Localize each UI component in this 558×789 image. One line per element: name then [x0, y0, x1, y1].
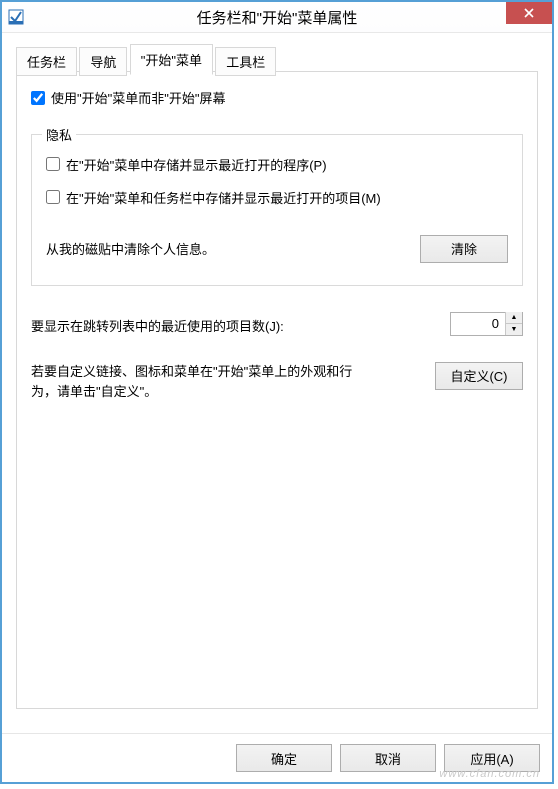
tab-toolbars[interactable]: 工具栏: [215, 47, 276, 76]
close-button[interactable]: [506, 2, 552, 24]
tab-navigation[interactable]: 导航: [79, 47, 127, 76]
close-icon: [524, 8, 534, 18]
clear-row: 从我的磁贴中清除个人信息。 清除: [46, 235, 508, 263]
jumplist-input[interactable]: [451, 314, 505, 334]
spinner-up[interactable]: ▲: [505, 312, 522, 324]
window-title: 任务栏和"开始"菜单属性: [2, 7, 552, 28]
titlebar: 任务栏和"开始"菜单属性: [2, 2, 552, 33]
store-programs-input[interactable]: [46, 157, 60, 171]
use-start-menu-input[interactable]: [31, 91, 45, 105]
store-programs-checkbox[interactable]: 在"开始"菜单中存储并显示最近打开的程序(P): [46, 155, 508, 174]
use-start-menu-checkbox[interactable]: 使用"开始"菜单而非"开始"屏幕: [31, 88, 225, 107]
jumplist-spinner[interactable]: ▲ ▼: [450, 312, 523, 336]
dialog-footer: 确定 取消 应用(A): [2, 733, 552, 782]
store-items-label: 在"开始"菜单和任务栏中存储并显示最近打开的项目(M): [66, 188, 381, 207]
customize-button[interactable]: 自定义(C): [435, 362, 523, 390]
tab-taskbar[interactable]: 任务栏: [16, 47, 77, 76]
tab-strip: 任务栏 导航 "开始"菜单 工具栏: [16, 45, 538, 71]
customize-text: 若要自定义链接、图标和菜单在"开始"菜单上的外观和行为，请单击"自定义"。: [31, 362, 371, 404]
clear-button[interactable]: 清除: [420, 235, 508, 263]
dialog-window: 任务栏和"开始"菜单属性 任务栏 导航 "开始"菜单 工具栏 使用"开始"菜单而…: [0, 0, 554, 784]
client-area: 任务栏 导航 "开始"菜单 工具栏 使用"开始"菜单而非"开始"屏幕 隐私 在"…: [2, 33, 552, 733]
spinner-buttons: ▲ ▼: [505, 312, 522, 335]
tab-panel-start-menu: 使用"开始"菜单而非"开始"屏幕 隐私 在"开始"菜单中存储并显示最近打开的程序…: [16, 71, 538, 709]
privacy-group: 隐私 在"开始"菜单中存储并显示最近打开的程序(P) 在"开始"菜单和任务栏中存…: [31, 134, 523, 286]
apply-button[interactable]: 应用(A): [444, 744, 540, 772]
use-start-menu-label: 使用"开始"菜单而非"开始"屏幕: [51, 88, 225, 107]
clear-text: 从我的磁贴中清除个人信息。: [46, 239, 215, 258]
cancel-button[interactable]: 取消: [340, 744, 436, 772]
tab-start-menu[interactable]: "开始"菜单: [130, 44, 213, 75]
jumplist-label: 要显示在跳转列表中的最近使用的项目数(J):: [31, 312, 284, 335]
spinner-down[interactable]: ▼: [505, 324, 522, 335]
customize-row: 若要自定义链接、图标和菜单在"开始"菜单上的外观和行为，请单击"自定义"。 自定…: [31, 362, 523, 404]
privacy-legend: 隐私: [42, 125, 76, 144]
jumplist-row: 要显示在跳转列表中的最近使用的项目数(J): ▲ ▼: [31, 312, 523, 336]
store-items-checkbox[interactable]: 在"开始"菜单和任务栏中存储并显示最近打开的项目(M): [46, 188, 508, 207]
store-items-input[interactable]: [46, 190, 60, 204]
ok-button[interactable]: 确定: [236, 744, 332, 772]
store-programs-label: 在"开始"菜单中存储并显示最近打开的程序(P): [66, 155, 327, 174]
